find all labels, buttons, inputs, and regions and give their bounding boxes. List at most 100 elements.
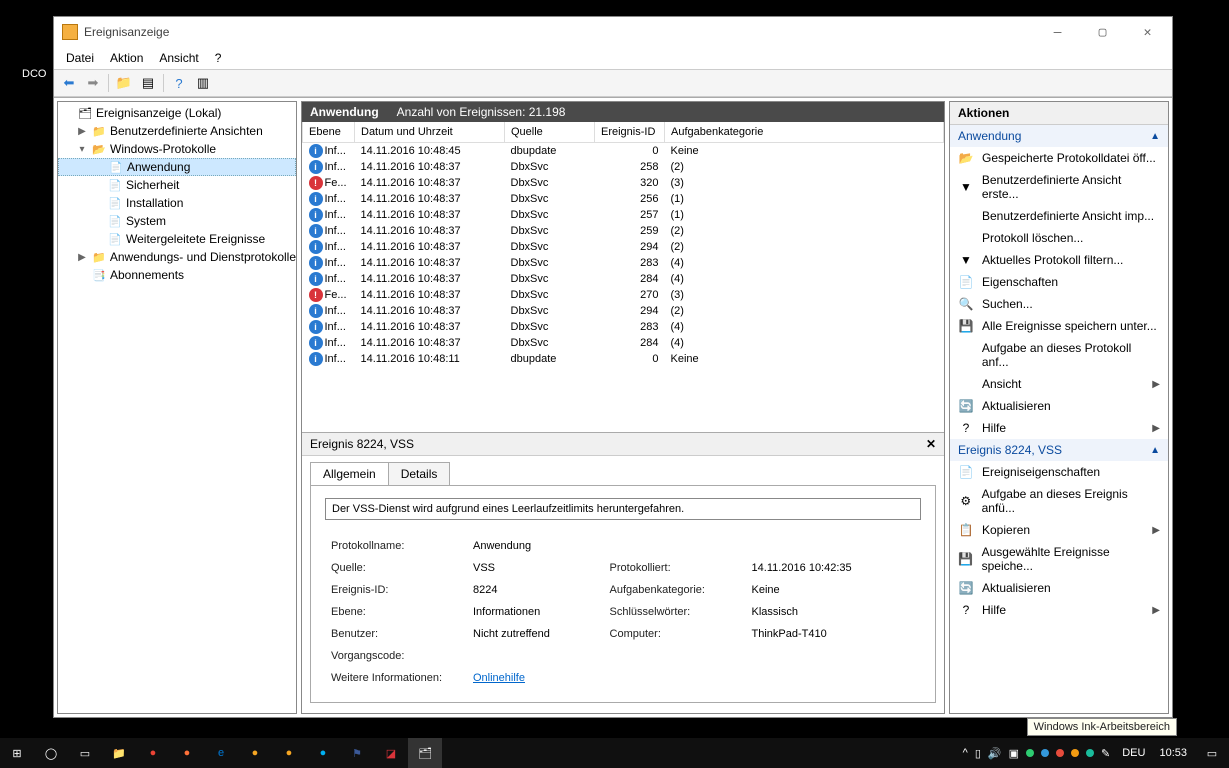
- action-item[interactable]: 🔍Suchen...: [950, 293, 1168, 315]
- view-button[interactable]: ▥: [192, 72, 214, 94]
- menu-action[interactable]: Aktion: [102, 49, 151, 67]
- pen-icon[interactable]: ✎: [1101, 747, 1110, 760]
- tree-forwarded[interactable]: 📄Weitergeleitete Ereignisse: [58, 230, 296, 248]
- actions-group-application[interactable]: Anwendung▲: [950, 125, 1168, 147]
- tree-label: Installation: [126, 196, 183, 210]
- event-grid-wrap[interactable]: Ebene Datum und Uhrzeit Quelle Ereignis-…: [302, 122, 944, 433]
- tray-chevron-icon[interactable]: ^: [963, 747, 968, 759]
- tree-app-service-logs[interactable]: ▶📁Anwendungs- und Dienstprotokolle: [58, 248, 296, 266]
- show-tree-button[interactable]: 📁: [113, 72, 135, 94]
- action-item[interactable]: ?Hilfe▶: [950, 417, 1168, 439]
- close-button[interactable]: ✕: [1125, 18, 1170, 46]
- cortana-button[interactable]: ◯: [34, 738, 68, 768]
- event-row[interactable]: iInf...14.11.2016 10:48:37DbxSvc284(4): [303, 335, 944, 351]
- event-row[interactable]: !Fe...14.11.2016 10:48:37DbxSvc270(3): [303, 287, 944, 303]
- language-indicator[interactable]: DEU: [1116, 747, 1151, 759]
- maximize-button[interactable]: ▢: [1080, 18, 1125, 46]
- tree-subscriptions[interactable]: 📑Abonnements: [58, 266, 296, 284]
- action-item[interactable]: Ansicht▶: [950, 373, 1168, 395]
- event-row[interactable]: iInf...14.11.2016 10:48:37DbxSvc257(1): [303, 207, 944, 223]
- forward-button[interactable]: ➡: [82, 72, 104, 94]
- tree-label: System: [126, 214, 166, 228]
- volume-icon[interactable]: 🔊: [988, 747, 1002, 760]
- action-item[interactable]: Protokoll löschen...: [950, 227, 1168, 249]
- tree-custom-views[interactable]: ▶📁Benutzerdefinierte Ansichten: [58, 122, 296, 140]
- battery-icon[interactable]: ▯: [975, 747, 981, 760]
- event-row[interactable]: iInf...14.11.2016 10:48:37DbxSvc256(1): [303, 191, 944, 207]
- clock[interactable]: 10:53: [1151, 747, 1195, 759]
- tree-root[interactable]: 🗂Ereignisanzeige (Lokal): [58, 104, 296, 122]
- event-row[interactable]: iInf...14.11.2016 10:48:37DbxSvc259(2): [303, 223, 944, 239]
- start-button[interactable]: ⊞: [0, 738, 34, 768]
- tray-icon[interactable]: [1026, 749, 1034, 757]
- chrome-icon[interactable]: ●: [136, 738, 170, 768]
- edge-icon[interactable]: e: [204, 738, 238, 768]
- col-eventid[interactable]: Ereignis-ID: [595, 122, 665, 143]
- menu-view[interactable]: Ansicht: [151, 49, 206, 67]
- action-item[interactable]: Aufgabe an dieses Protokoll anf...: [950, 337, 1168, 373]
- tree-windows-logs[interactable]: ▾📂Windows-Protokolle: [58, 140, 296, 158]
- col-datetime[interactable]: Datum und Uhrzeit: [355, 122, 505, 143]
- tab-details[interactable]: Details: [388, 462, 451, 485]
- event-row[interactable]: iInf...14.11.2016 10:48:37DbxSvc283(4): [303, 319, 944, 335]
- col-category[interactable]: Aufgabenkategorie: [665, 122, 944, 143]
- minimize-button[interactable]: —: [1035, 18, 1080, 46]
- tray-icon[interactable]: [1086, 749, 1094, 757]
- action-item[interactable]: ▼Aktuelles Protokoll filtern...: [950, 249, 1168, 271]
- menu-help[interactable]: ?: [207, 49, 230, 67]
- action-item[interactable]: Benutzerdefinierte Ansicht imp...: [950, 205, 1168, 227]
- actions-group-event[interactable]: Ereignis 8224, VSS▲: [950, 439, 1168, 461]
- action-item[interactable]: 📄Ereigniseigenschaften: [950, 461, 1168, 483]
- app-icon: [62, 24, 78, 40]
- action-item[interactable]: 🔄Aktualisieren: [950, 577, 1168, 599]
- action-item[interactable]: ▼Benutzerdefinierte Ansicht erste...: [950, 169, 1168, 205]
- tray-icon[interactable]: ▣: [1009, 747, 1019, 760]
- explorer-icon[interactable]: 📁: [102, 738, 136, 768]
- firefox-icon[interactable]: ●: [170, 738, 204, 768]
- task-view-button[interactable]: ▭: [68, 738, 102, 768]
- navigation-tree[interactable]: 🗂Ereignisanzeige (Lokal) ▶📁Benutzerdefin…: [57, 101, 297, 714]
- action-item[interactable]: ?Hilfe▶: [950, 599, 1168, 621]
- tab-general[interactable]: Allgemein: [310, 462, 389, 485]
- event-row[interactable]: iInf...14.11.2016 10:48:37DbxSvc284(4): [303, 271, 944, 287]
- tray-icon[interactable]: [1056, 749, 1064, 757]
- online-help-link[interactable]: Onlinehilfe: [473, 672, 525, 684]
- event-row[interactable]: iInf...14.11.2016 10:48:37DbxSvc258(2): [303, 159, 944, 175]
- tree-application[interactable]: 📄Anwendung: [58, 158, 296, 176]
- info-icon: i: [309, 304, 323, 318]
- layout-button[interactable]: ▤: [137, 72, 159, 94]
- action-item[interactable]: 📋Kopieren▶: [950, 519, 1168, 541]
- menu-file[interactable]: Datei: [58, 49, 102, 67]
- tray-icon[interactable]: [1071, 749, 1079, 757]
- event-row[interactable]: iInf...14.11.2016 10:48:37DbxSvc294(2): [303, 303, 944, 319]
- event-row[interactable]: iInf...14.11.2016 10:48:11dbupdate0Keine: [303, 351, 944, 367]
- app-icon[interactable]: ●: [238, 738, 272, 768]
- action-item[interactable]: 📂Gespeicherte Protokolldatei öff...: [950, 147, 1168, 169]
- back-button[interactable]: ⬅: [58, 72, 80, 94]
- skype-icon[interactable]: ●: [306, 738, 340, 768]
- app-icon[interactable]: ◪: [374, 738, 408, 768]
- eventviewer-taskbar-icon[interactable]: 🗂: [408, 738, 442, 768]
- close-detail-button[interactable]: ✕: [926, 437, 936, 451]
- tree-security[interactable]: 📄Sicherheit: [58, 176, 296, 194]
- event-viewer-window: Ereignisanzeige — ▢ ✕ Datei Aktion Ansic…: [53, 16, 1173, 718]
- system-tray[interactable]: ^ ▯ 🔊 ▣ ✎: [957, 747, 1117, 760]
- col-source[interactable]: Quelle: [505, 122, 595, 143]
- tree-setup[interactable]: 📄Installation: [58, 194, 296, 212]
- action-item[interactable]: 🔄Aktualisieren: [950, 395, 1168, 417]
- tray-icon[interactable]: [1041, 749, 1049, 757]
- help-button[interactable]: ?: [168, 72, 190, 94]
- col-level[interactable]: Ebene: [303, 122, 355, 143]
- app-icon[interactable]: ●: [272, 738, 306, 768]
- event-row[interactable]: iInf...14.11.2016 10:48:45dbupdate0Keine: [303, 143, 944, 160]
- action-item[interactable]: ⚙Aufgabe an dieses Ereignis anfü...: [950, 483, 1168, 519]
- action-item[interactable]: 📄Eigenschaften: [950, 271, 1168, 293]
- tree-system[interactable]: 📄System: [58, 212, 296, 230]
- action-item[interactable]: 💾Alle Ereignisse speichern unter...: [950, 315, 1168, 337]
- event-row[interactable]: iInf...14.11.2016 10:48:37DbxSvc294(2): [303, 239, 944, 255]
- event-row[interactable]: iInf...14.11.2016 10:48:37DbxSvc283(4): [303, 255, 944, 271]
- notifications-button[interactable]: ▭: [1195, 738, 1229, 768]
- event-row[interactable]: !Fe...14.11.2016 10:48:37DbxSvc320(3): [303, 175, 944, 191]
- flag-icon[interactable]: ⚑: [340, 738, 374, 768]
- action-item[interactable]: 💾Ausgewählte Ereignisse speiche...: [950, 541, 1168, 577]
